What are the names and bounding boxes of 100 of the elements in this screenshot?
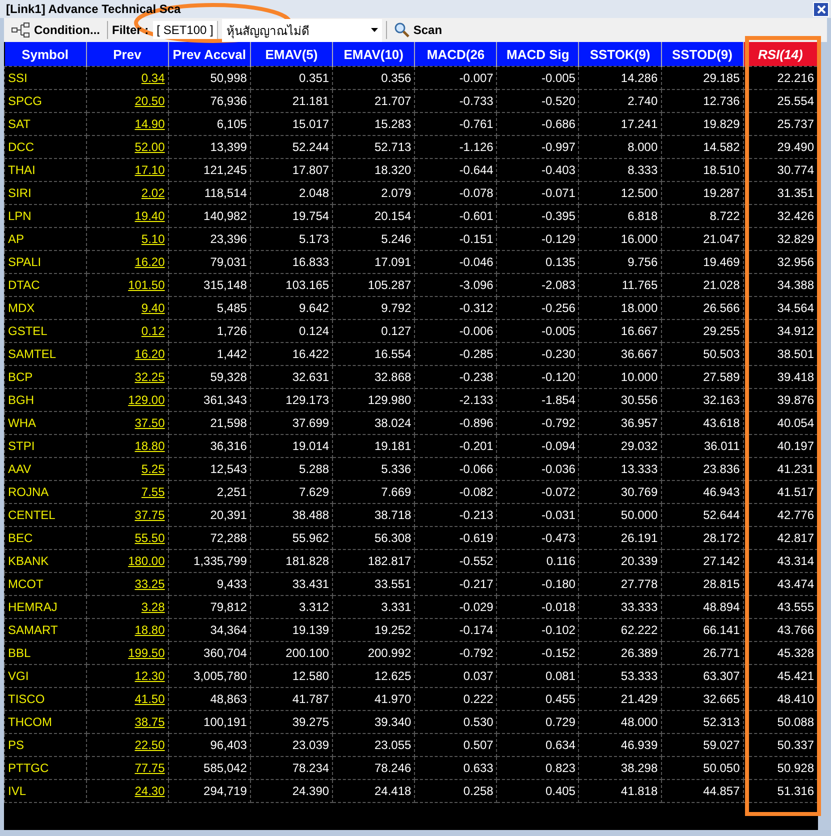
symbol-cell: TISCO: [8, 692, 45, 706]
column-header[interactable]: Symbol: [4, 42, 86, 66]
table-cell: -0.792: [459, 646, 494, 660]
table-cell: 103.165: [286, 278, 330, 292]
scan-button[interactable]: Scan: [391, 21, 446, 39]
table-cell: 32.665: [703, 692, 740, 706]
symbol-cell: MCOT: [8, 577, 44, 591]
table-cell: 9.792: [381, 301, 412, 315]
symbol-cell: HEMRAJ: [8, 600, 58, 614]
table-cell: 23,396: [210, 232, 247, 246]
price-link[interactable]: 5.10: [141, 232, 165, 246]
table-cell: 41.517: [777, 485, 814, 499]
signal-dropdown[interactable]: หุ้นสัญญาณไม่ดี: [222, 18, 382, 42]
symbol-cell: SAMTEL: [8, 347, 56, 361]
table-cell: 39.876: [777, 393, 814, 407]
table-cell: 294,719: [204, 784, 247, 798]
table-cell: 19.014: [292, 439, 330, 453]
symbol-cell: VGI: [8, 669, 29, 683]
column-header[interactable]: EMAV(10): [332, 42, 415, 66]
table-cell: 50.050: [703, 761, 740, 775]
table-cell: -0.686: [541, 117, 576, 131]
table-cell: 6.818: [628, 209, 658, 223]
table-cell: 44.857: [703, 784, 740, 798]
price-link[interactable]: 0.12: [141, 324, 165, 338]
table-cell: 78.234: [292, 761, 330, 775]
column-header[interactable]: SSTOK(9): [578, 42, 662, 66]
table-cell: 0.634: [545, 738, 576, 752]
table-cell: 39.340: [374, 715, 412, 729]
table-cell: 200.100: [286, 646, 330, 660]
table-cell: 181.828: [286, 554, 330, 568]
price-link[interactable]: 7.55: [141, 485, 165, 499]
table-cell: -0.066: [459, 462, 494, 476]
table-cell: 48,863: [210, 692, 247, 706]
table-cell: 0.356: [381, 71, 412, 85]
table-cell: -0.102: [541, 623, 576, 637]
table-cell: 0.116: [546, 554, 576, 568]
table-cell: -0.071: [541, 186, 576, 200]
table-cell: -0.036: [541, 462, 576, 476]
close-button[interactable]: [813, 2, 829, 16]
table-cell: 105.287: [368, 278, 412, 292]
symbol-cell: KBANK: [8, 554, 49, 568]
table-cell: 8.722: [710, 209, 740, 223]
table-cell: -2.133: [459, 393, 494, 407]
table-cell: -0.896: [459, 416, 494, 430]
table-cell: 45.328: [777, 646, 814, 660]
symbol-cell: BEC: [8, 531, 33, 545]
table-cell: 41.787: [292, 692, 330, 706]
table-cell: -0.129: [541, 232, 576, 246]
table-cell: 14.582: [703, 140, 740, 154]
column-header[interactable]: MACD Sig: [496, 42, 579, 66]
price-link[interactable]: 5.25: [141, 462, 165, 476]
table-cell: -0.761: [459, 117, 494, 131]
table-cell: 50,998: [210, 71, 247, 85]
symbol-cell: SPCG: [8, 94, 42, 108]
table-cell: 361,343: [204, 393, 247, 407]
table-cell: 36.011: [704, 439, 740, 453]
table-cell: 45.421: [777, 669, 814, 683]
column-header[interactable]: SSTOD(9): [661, 42, 744, 66]
table-cell: 7.669: [381, 485, 412, 499]
table-cell: -0.285: [459, 347, 494, 361]
table-cell: 1,335,799: [194, 554, 247, 568]
column-header[interactable]: MACD(26: [414, 42, 497, 66]
table-cell: 34.564: [777, 301, 814, 315]
table-cell: 43.555: [777, 600, 814, 614]
table-cell: 38.718: [374, 508, 412, 522]
table-cell: 129.173: [286, 393, 330, 407]
table-cell: 21.028: [703, 278, 740, 292]
table-cell: -0.151: [459, 232, 494, 246]
filter-field[interactable]: [ SET100 ]: [152, 21, 218, 39]
table-cell: 36,316: [210, 439, 247, 453]
table-cell: -0.201: [459, 439, 494, 453]
table-cell: 0.729: [545, 715, 576, 729]
table-cell: 48.000: [620, 715, 658, 729]
condition-button[interactable]: Condition...: [8, 21, 103, 39]
price-link[interactable]: 9.40: [141, 301, 165, 315]
column-header[interactable]: Prev Accval: [168, 42, 250, 66]
price-link[interactable]: 3.28: [141, 600, 165, 614]
table-cell: 17.241: [620, 117, 658, 131]
table-cell: -0.403: [541, 163, 576, 177]
table-cell: 21.047: [703, 232, 740, 246]
price-link[interactable]: 2.02: [141, 186, 165, 200]
caret-icon: [371, 28, 378, 32]
table-cell: -0.031: [541, 508, 576, 522]
price-link[interactable]: 0.34: [141, 71, 165, 85]
symbol-cell: WHA: [8, 416, 36, 430]
table-cell: 28.172: [703, 531, 740, 545]
table-cell: -0.644: [459, 163, 494, 177]
table-cell: 39.418: [777, 370, 814, 384]
table-cell: 32.631: [292, 370, 330, 384]
table-cell: 0.507: [463, 738, 494, 752]
table-cell: 46.943: [703, 485, 740, 499]
table-cell: 19.181: [374, 439, 412, 453]
table-cell: 38.488: [292, 508, 330, 522]
column-header[interactable]: EMAV(5): [250, 42, 333, 66]
filter-label: Filter :: [112, 23, 149, 37]
table-cell: 50.000: [620, 508, 658, 522]
symbol-cell: SPALI: [8, 255, 42, 269]
table-cell: 38.024: [374, 416, 412, 430]
column-header[interactable]: Prev: [86, 42, 168, 66]
table-cell: 33.333: [620, 600, 658, 614]
